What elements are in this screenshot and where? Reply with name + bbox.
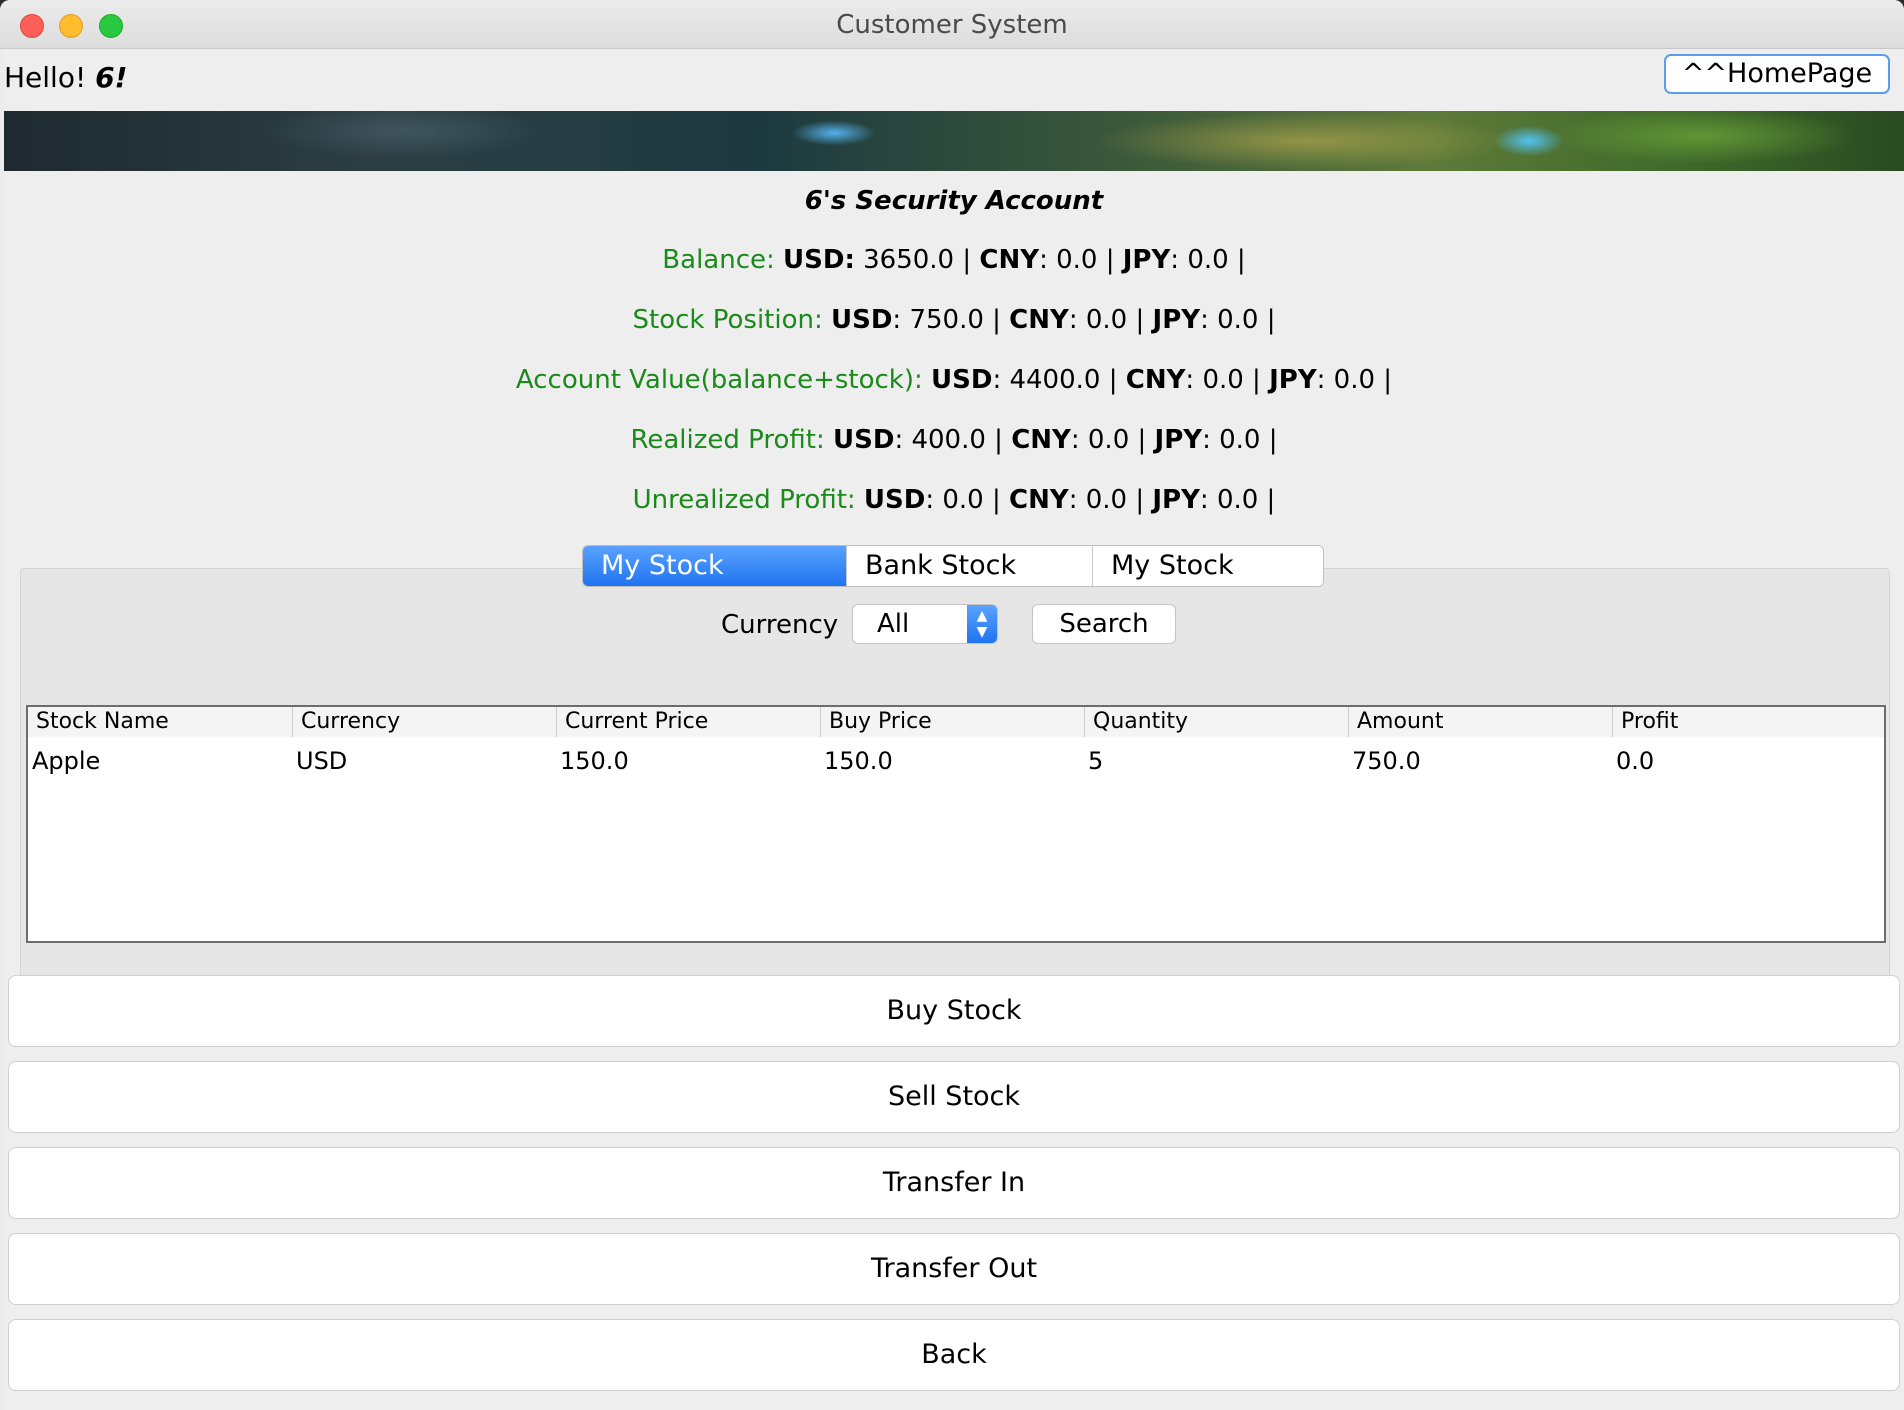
cny-value: : 0.0 | (1068, 485, 1153, 515)
jpy-key: JPY (1154, 425, 1203, 455)
transfer-in-button[interactable]: Transfer In (8, 1147, 1900, 1219)
column-header[interactable]: Buy Price (820, 707, 1084, 737)
table-cell: 150.0 (824, 747, 893, 775)
line-label: Stock Position: (632, 305, 823, 335)
table-cell: 150.0 (560, 747, 629, 775)
window-title: Customer System (836, 10, 1068, 40)
table-cell: 750.0 (1352, 747, 1421, 775)
table-cell: 0.0 (1616, 747, 1655, 775)
usd-value: : 750.0 | (892, 305, 1010, 335)
stock-position-line: Stock Position: USD: 750.0 | CNY: 0.0 | … (4, 305, 1904, 335)
banner-image (4, 111, 1904, 171)
jpy-value: : 0.0 | (1316, 365, 1393, 395)
jpy-value: : 0.0 | (1202, 425, 1278, 455)
account-title: 6's Security Account (804, 186, 1104, 216)
cny-key: CNY (1009, 305, 1069, 335)
usd-value: : 4400.0 | (992, 365, 1126, 395)
unrealized-profit-line: Unrealized Profit: USD: 0.0 | CNY: 0.0 |… (4, 485, 1904, 515)
transfer-out-button[interactable]: Transfer Out (8, 1233, 1900, 1305)
greeting: Hello! 6! (4, 61, 127, 94)
usd-key: USD (831, 305, 893, 335)
line-label: Account Value(balance+stock): (515, 365, 923, 395)
realized-profit-line: Realized Profit: USD: 400.0 | CNY: 0.0 |… (4, 425, 1904, 455)
usd-value: : 0.0 | (925, 485, 1010, 515)
usd-key: USD (931, 365, 993, 395)
greeting-text: Hello! (4, 61, 87, 94)
jpy-key: JPY (1152, 485, 1200, 515)
column-header[interactable]: Profit (1612, 707, 1876, 737)
greeting-username: 6! (95, 61, 128, 94)
column-header[interactable]: Currency (292, 707, 556, 737)
cny-value: : 0.0 | (1068, 305, 1153, 335)
cny-key: CNY (1125, 365, 1186, 395)
usd-value: : 400.0 | (894, 425, 1012, 455)
usd-key: USD (863, 485, 926, 515)
column-header[interactable]: Stock Name (28, 707, 292, 737)
currency-select[interactable]: All ▲ ▼ (852, 604, 998, 644)
filter-row: Currency All ▲ ▼ Search (4, 604, 1904, 648)
cny-value: : 0.0 | (1185, 365, 1270, 395)
jpy-key: JPY (1269, 365, 1317, 395)
title-bar: Customer System (0, 0, 1904, 49)
usd-key: USD (833, 425, 895, 455)
main-content: Hello! 6! ^^HomePage 6's Security Accoun… (4, 49, 1904, 1410)
jpy-key: JPY (1122, 245, 1171, 275)
line-label: Balance: (662, 245, 775, 275)
usd-key: USD: (783, 245, 855, 275)
tab-bar: My Stock Position Bank Stock Pool My Sto… (582, 545, 1324, 587)
jpy-value: : 0.0 | (1200, 305, 1276, 335)
homepage-button[interactable]: ^^HomePage (1664, 54, 1890, 94)
sell-stock-button[interactable]: Sell Stock (8, 1061, 1900, 1133)
tab-my-stock-profit[interactable]: My Stock Profit (1093, 546, 1323, 586)
cny-value: : 0.0 | (1039, 245, 1123, 275)
jpy-key: JPY (1152, 305, 1201, 335)
up-down-chevron-icon: ▲ ▼ (967, 605, 997, 643)
table-cell: 5 (1088, 747, 1104, 775)
table-header: Stock Name Currency Current Price Buy Pr… (28, 707, 1884, 737)
customer-system-window: Customer System Hello! 6! ^^HomePage 6's… (0, 0, 1904, 1410)
tab-bank-stock-pool[interactable]: Bank Stock Pool (847, 546, 1093, 586)
line-label: Unrealized Profit: (632, 485, 856, 515)
cny-key: CNY (1009, 485, 1069, 515)
table-cell: USD (296, 747, 348, 775)
line-label: Realized Profit: (630, 425, 825, 455)
column-header[interactable]: Current Price (556, 707, 820, 737)
search-button[interactable]: Search (1032, 604, 1176, 644)
usd-value: 3650.0 | (854, 245, 980, 275)
column-header[interactable]: Amount (1348, 707, 1612, 737)
currency-selected-value: All (877, 609, 910, 639)
buy-stock-button[interactable]: Buy Stock (8, 975, 1900, 1047)
stock-position-table: Stock Name Currency Current Price Buy Pr… (26, 705, 1886, 943)
table-cell: Apple (32, 747, 101, 775)
jpy-value: : 0.0 | (1199, 485, 1276, 515)
cny-key: CNY (1011, 425, 1071, 455)
cny-key: CNY (979, 245, 1040, 275)
cny-value: : 0.0 | (1070, 425, 1155, 455)
jpy-value: : 0.0 | (1170, 245, 1246, 275)
currency-label: Currency (721, 610, 839, 640)
back-button[interactable]: Back (8, 1319, 1900, 1391)
tab-my-stock-position[interactable]: My Stock Position (583, 546, 847, 586)
balance-line: Balance: USD: 3650.0 | CNY: 0.0 | JPY: 0… (4, 245, 1904, 275)
account-value-line: Account Value(balance+stock): USD: 4400.… (4, 365, 1904, 395)
table-row[interactable]: Apple USD 150.0 150.0 5 750.0 0.0 (28, 743, 1884, 779)
column-header[interactable]: Quantity (1084, 707, 1348, 737)
